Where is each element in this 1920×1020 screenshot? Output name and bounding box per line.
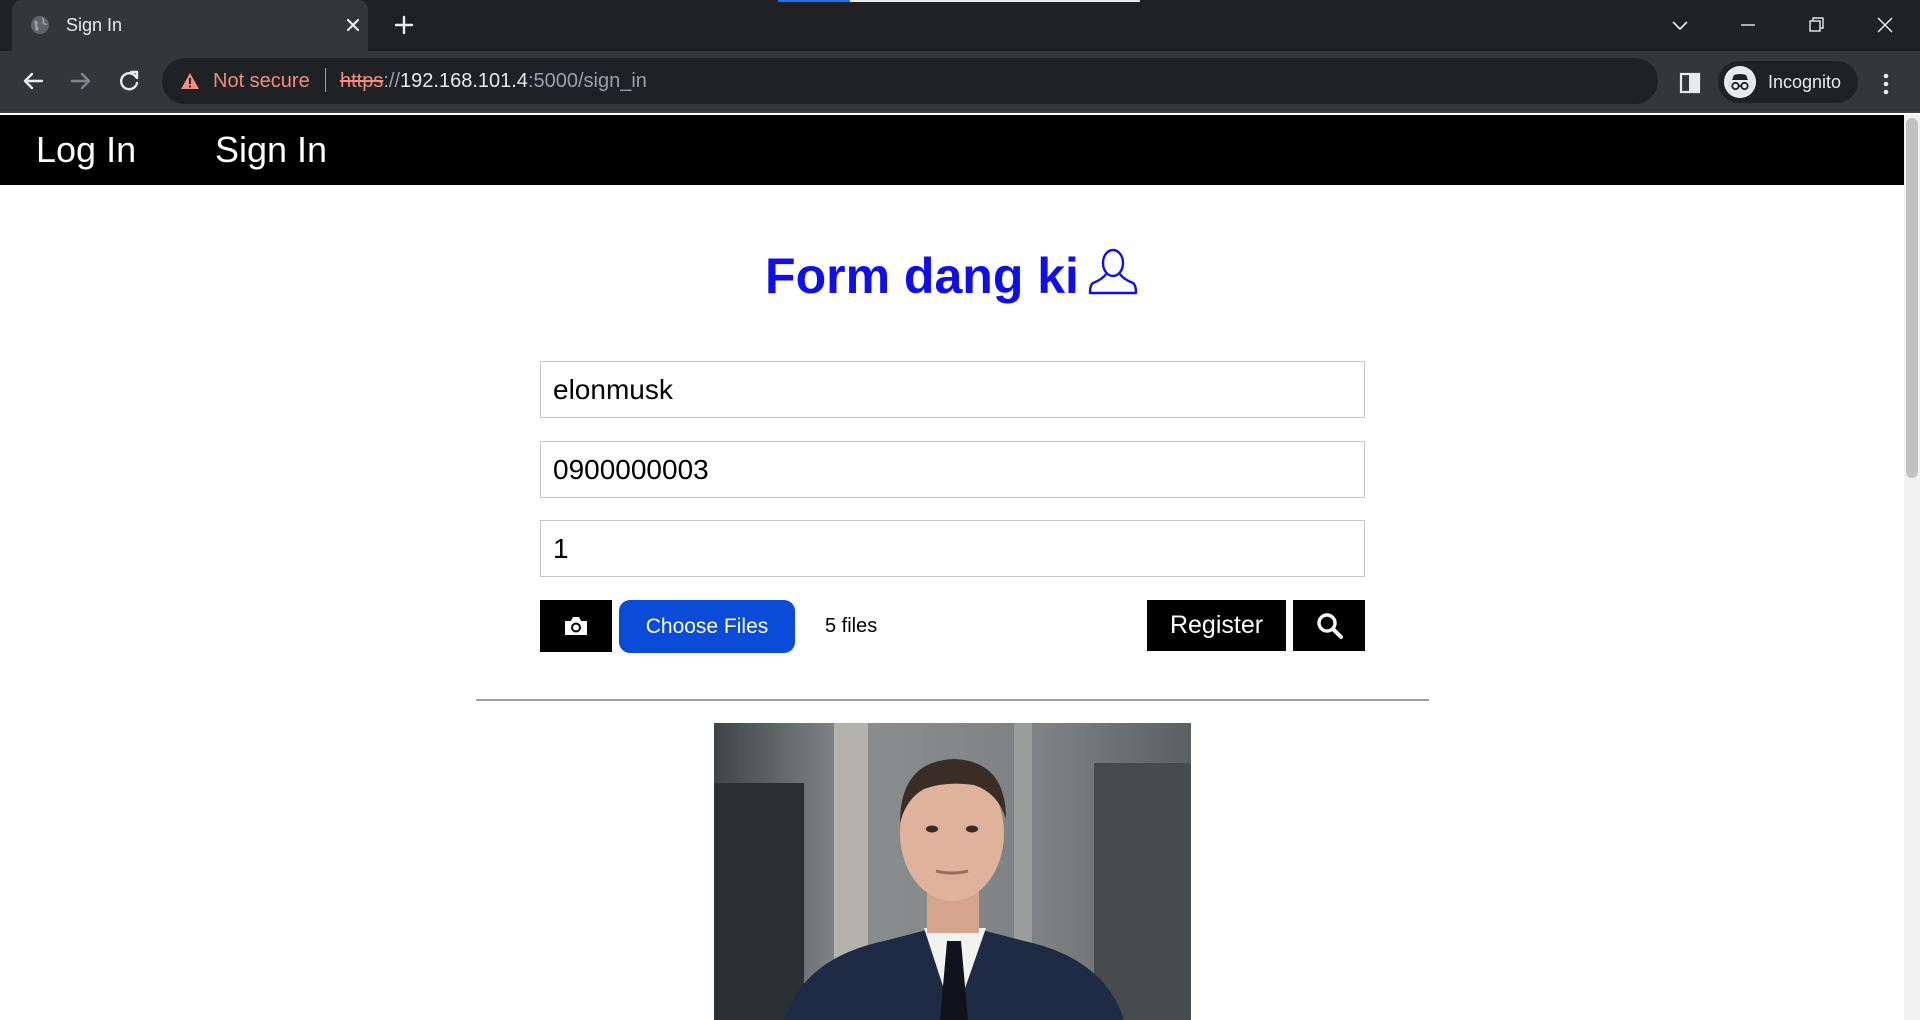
- incognito-profile-button[interactable]: Incognito: [1718, 61, 1858, 103]
- address-bar[interactable]: Not secure https://192.168.101.4:5000/si…: [162, 58, 1805, 104]
- form-title: Form dang ki: [0, 245, 1904, 305]
- camera-icon: [565, 617, 587, 635]
- incognito-icon: [1724, 66, 1756, 98]
- files-selected-status: 5 files: [825, 615, 878, 637]
- window-close-icon[interactable]: [1870, 10, 1900, 40]
- camera-button[interactable]: [540, 600, 612, 652]
- side-panel-icon[interactable]: [1678, 71, 1704, 95]
- page-viewport: Log In Sign In Form dang ki Choose Files…: [0, 115, 1904, 1020]
- incognito-label: Incognito: [1768, 72, 1842, 92]
- third-field[interactable]: [540, 520, 1365, 577]
- warning-triangle-icon[interactable]: [180, 71, 200, 91]
- scrollbar-thumb[interactable]: [1906, 118, 1918, 478]
- phone-field[interactable]: [540, 441, 1365, 498]
- url-path: :5000/sign_in: [527, 70, 647, 92]
- security-status[interactable]: Not secure: [213, 70, 310, 93]
- browser-titlebar: Sign In: [0, 0, 1920, 51]
- omnibox-divider: [325, 68, 326, 92]
- forward-arrow-icon[interactable]: [66, 66, 96, 96]
- url-separator: ://: [383, 70, 401, 92]
- nav-link-sign-in[interactable]: Sign In: [215, 129, 327, 171]
- restore-icon[interactable]: [1801, 10, 1831, 40]
- tab-search-chevron-icon[interactable]: [1665, 10, 1695, 40]
- tab-title: Sign In: [66, 15, 123, 35]
- browser-toolbar: Not secure https://192.168.101.4:5000/si…: [0, 51, 1920, 113]
- site-navbar: Log In Sign In: [0, 115, 1904, 185]
- browser-tab[interactable]: Sign In: [12, 0, 368, 51]
- uploaded-photo-preview: [714, 723, 1191, 1020]
- loading-progress: [778, 0, 850, 2]
- url-scheme: https: [340, 70, 384, 92]
- register-button[interactable]: Register: [1147, 600, 1286, 651]
- portrait-photo: [714, 723, 1191, 1020]
- search-button[interactable]: [1293, 600, 1365, 651]
- username-field[interactable]: [540, 361, 1365, 418]
- user-outline-icon: [1088, 248, 1138, 295]
- nav-link-log-in[interactable]: Log In: [36, 129, 136, 171]
- choose-files-button[interactable]: Choose Files: [619, 600, 795, 653]
- search-icon: [1317, 613, 1343, 639]
- section-divider: [476, 699, 1429, 701]
- url-host: 192.168.101.4: [400, 70, 528, 92]
- kebab-menu-icon[interactable]: [1876, 71, 1896, 97]
- globe-icon: [31, 16, 49, 34]
- close-icon[interactable]: [342, 14, 364, 36]
- form-title-text: Form dang ki: [765, 248, 1079, 304]
- reload-icon[interactable]: [114, 66, 144, 96]
- loading-track: [850, 0, 1140, 2]
- minimize-icon[interactable]: [1733, 10, 1763, 40]
- page-scrollbar[interactable]: [1904, 115, 1920, 1020]
- new-tab-icon[interactable]: [392, 13, 416, 37]
- back-arrow-icon[interactable]: [18, 66, 48, 96]
- url-text[interactable]: https://192.168.101.4:5000/sign_in: [340, 70, 647, 93]
